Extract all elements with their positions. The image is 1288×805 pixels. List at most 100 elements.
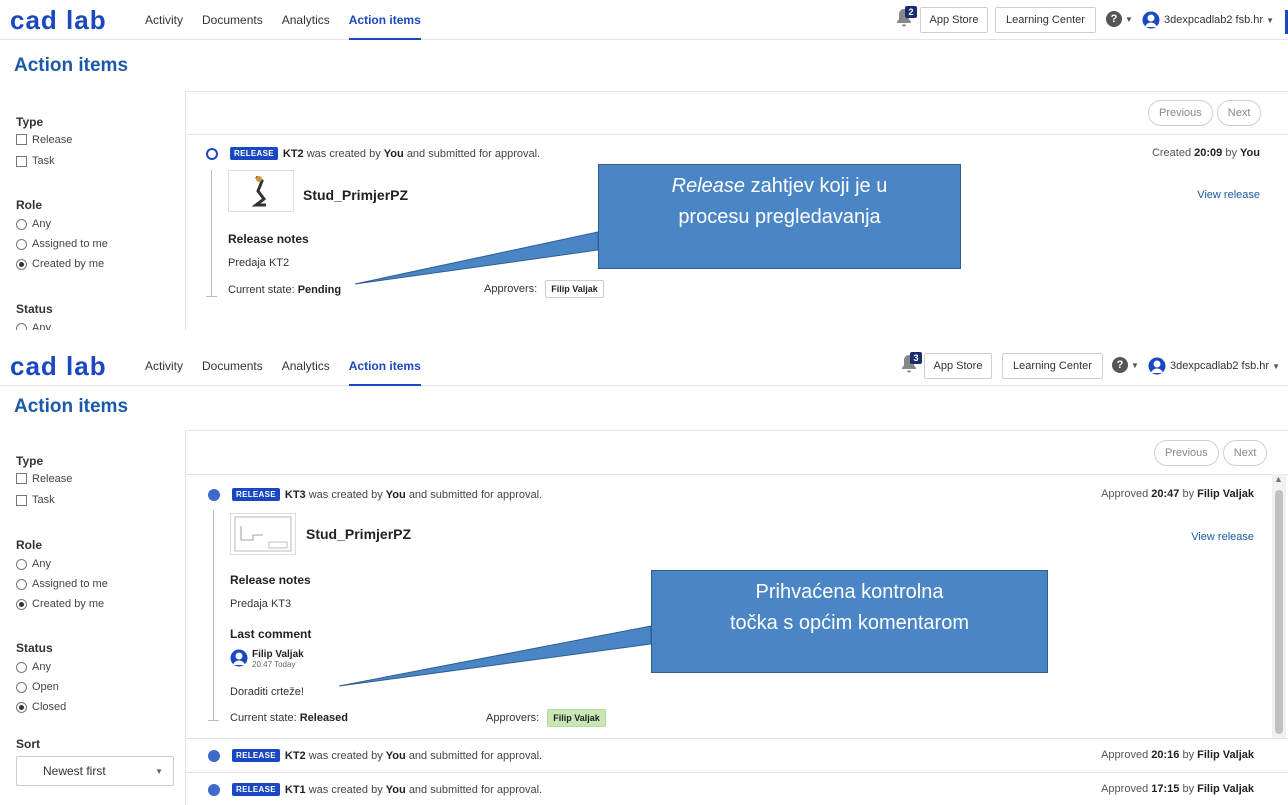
radio-icon <box>16 578 27 590</box>
cadlab-logo[interactable]: cad lab <box>10 7 107 33</box>
nav-action-items[interactable]: Action items <box>348 346 421 386</box>
nav-action-items[interactable]: Action items <box>348 0 421 40</box>
option-label: Any <box>32 661 51 673</box>
status-closed-icon <box>208 749 220 762</box>
help-menu[interactable]: ? ▼ <box>1112 357 1139 373</box>
app-store-button[interactable]: App Store <box>924 353 992 379</box>
activity-row[interactable]: RELEASE KT3 was created by You and submi… <box>208 488 542 501</box>
nav-analytics[interactable]: Analytics <box>282 346 330 386</box>
notification-count: 2 <box>905 6 917 18</box>
status-filter: Status Any <box>16 302 53 330</box>
role-assigned-radio[interactable]: Assigned to me <box>16 234 108 254</box>
top-navbar: cad lab Activity Documents Analytics Act… <box>0 346 1288 386</box>
release-notes-text: Predaja KT2 <box>228 257 290 269</box>
sort-filter: Sort Newest first ▼ <box>16 737 174 786</box>
role-filter: Role Any Assigned to me Created by me <box>16 538 108 614</box>
option-label: Assigned to me <box>32 238 108 250</box>
option-label: Closed <box>32 701 67 713</box>
activity-row[interactable]: RELEASE KT2 was created by You and submi… <box>206 147 540 160</box>
scroll-up-icon[interactable]: ▲ <box>1274 474 1283 484</box>
option-label: Created by me <box>32 258 105 270</box>
document-name[interactable]: Stud_PrimjerPZ <box>303 187 408 203</box>
nav-activity[interactable]: Activity <box>145 0 183 40</box>
scroll-thumb[interactable] <box>1275 490 1283 734</box>
help-icon: ? <box>1112 357 1128 373</box>
nav-activity[interactable]: Activity <box>145 346 183 386</box>
cadlab-logo[interactable]: cad lab <box>10 353 107 379</box>
radio-selected-icon <box>16 258 27 270</box>
option-label: Release <box>32 133 73 146</box>
activity-row[interactable]: RELEASE KT2 was created by You and submi… <box>208 749 542 762</box>
status-any-radio[interactable]: Any <box>16 657 66 677</box>
notifications-bell-icon[interactable]: 3 <box>900 352 922 376</box>
previous-button[interactable]: Previous <box>1154 440 1219 466</box>
approver-chip[interactable]: Filip Valjak <box>547 709 606 727</box>
nav-documents[interactable]: Documents <box>202 0 263 40</box>
type-filter: Type Release Task <box>16 115 72 174</box>
role-any-radio[interactable]: Any <box>16 554 108 574</box>
previous-button[interactable]: Previous <box>1148 100 1213 126</box>
next-button[interactable]: Next <box>1216 100 1262 126</box>
user-name: 3dexpcadlab2 fsb.hr <box>1170 360 1270 372</box>
option-label: Open <box>32 681 59 693</box>
user-menu[interactable]: 3dexpcadlab2 fsb.hr ▼ <box>1142 11 1274 29</box>
help-menu[interactable]: ? ▼ <box>1106 11 1133 27</box>
status-open-radio[interactable]: Open <box>16 677 66 697</box>
nav-analytics[interactable]: Analytics <box>282 0 330 40</box>
activity-row[interactable]: RELEASE KT1 was created by You and submi… <box>208 783 542 796</box>
sort-select[interactable]: Newest first ▼ <box>16 756 174 786</box>
scrollbar[interactable]: ▲ <box>1272 474 1286 738</box>
release-badge: RELEASE <box>230 147 278 160</box>
notifications-bell-icon[interactable]: 2 <box>895 6 917 30</box>
current-state: Current state: Released <box>230 712 349 724</box>
status-closed-icon <box>208 783 220 796</box>
learning-center-button[interactable]: Learning Center <box>1002 353 1103 379</box>
activity-text: KT2 was created by You and submitted for… <box>284 749 543 762</box>
app-store-button[interactable]: App Store <box>920 7 988 33</box>
role-created-radio[interactable]: Created by me <box>16 594 108 614</box>
activity-text: KT2 was created by You and submitted for… <box>282 147 541 160</box>
role-any-radio[interactable]: Any <box>16 214 108 234</box>
approver-chip[interactable]: Filip Valjak <box>545 280 604 298</box>
role-assigned-radio[interactable]: Assigned to me <box>16 574 108 594</box>
option-label: Created by me <box>32 598 105 610</box>
type-release-checkbox[interactable]: Release <box>16 131 72 148</box>
chevron-down-icon: ▼ <box>1272 361 1280 371</box>
document-name[interactable]: Stud_PrimjerPZ <box>306 526 411 542</box>
view-release-link[interactable]: View release <box>1197 189 1260 201</box>
nav-links: Activity Documents Analytics Action item… <box>145 0 440 40</box>
filter-title: Sort <box>16 737 40 751</box>
radio-selected-icon <box>16 598 27 610</box>
type-task-checkbox[interactable]: Task <box>16 148 72 174</box>
checkbox-icon <box>16 155 27 167</box>
status-any-radio[interactable]: Any <box>16 318 53 330</box>
document-thumbnail[interactable] <box>230 513 296 555</box>
activity-meta: Created 20:09 by You <box>1151 147 1260 159</box>
view-release-link[interactable]: View release <box>1191 531 1254 543</box>
page-title: Action items <box>14 396 129 417</box>
document-thumbnail[interactable] <box>228 170 294 212</box>
release-badge: RELEASE <box>232 783 280 796</box>
type-task-checkbox[interactable]: Task <box>16 487 72 513</box>
callout-text: zahtjev koji je u <box>750 175 888 197</box>
learning-center-button[interactable]: Learning Center <box>995 7 1096 33</box>
commenter-name: Filip Valjak <box>252 649 304 660</box>
filter-title: Type <box>16 454 44 468</box>
user-menu[interactable]: 3dexpcadlab2 fsb.hr ▼ <box>1148 357 1280 375</box>
status-closed-radio[interactable]: Closed <box>16 697 66 717</box>
divider <box>186 738 1288 739</box>
option-label: Assigned to me <box>32 578 108 590</box>
option-label: Any <box>32 218 51 230</box>
nav-documents[interactable]: Documents <box>202 346 263 386</box>
type-filter: Type Release Task <box>16 454 72 513</box>
role-created-radio[interactable]: Created by me <box>16 254 108 274</box>
next-button[interactable]: Next <box>1222 440 1268 466</box>
callout-text: procesu pregledavanja <box>678 206 881 228</box>
notification-count: 3 <box>910 352 922 364</box>
filter-title: Type <box>16 115 44 129</box>
status-closed-icon <box>208 488 220 501</box>
activity-text: KT1 was created by You and submitted for… <box>284 783 543 796</box>
option-label: Any <box>32 322 51 330</box>
radio-icon <box>16 218 27 230</box>
type-release-checkbox[interactable]: Release <box>16 470 72 487</box>
